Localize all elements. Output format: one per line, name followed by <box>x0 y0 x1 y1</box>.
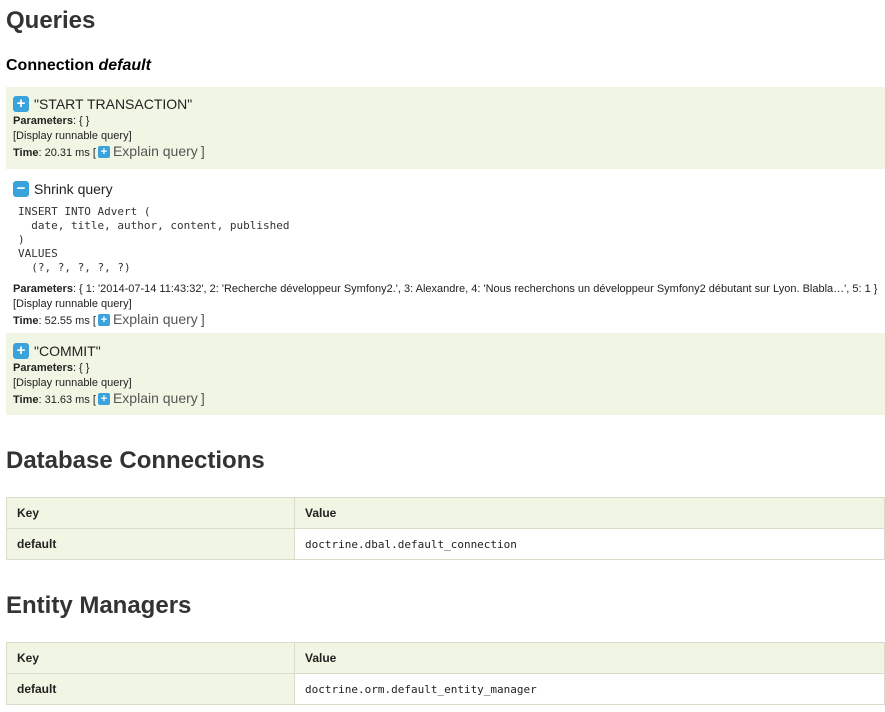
explain-query-link[interactable]: Explain query <box>113 311 198 327</box>
query-item: − Shrink query INSERT INTO Advert ( date… <box>6 169 885 333</box>
entity-managers-table: Key Value default doctrine.orm.default_e… <box>6 642 885 705</box>
row-value: doctrine.dbal.default_connection <box>294 528 885 560</box>
page-title: Queries <box>6 7 96 34</box>
query-parameters: Parameters: { 1: '2014-07-14 11:43:32', … <box>13 283 885 295</box>
shrink-query-link[interactable]: Shrink query <box>34 181 113 197</box>
parameters-label: Parameters <box>13 283 73 295</box>
explain-plus-icon[interactable]: + <box>97 146 110 158</box>
table-row: default doctrine.orm.default_entity_mana… <box>6 673 885 705</box>
table-header-row: Key Value <box>6 642 885 674</box>
parameters-value: : { } <box>72 115 90 127</box>
display-runnable-query-link[interactable]: [Display runnable query] <box>13 377 885 389</box>
table-row: default doctrine.dbal.default_connection <box>6 528 885 560</box>
column-header-value: Value <box>294 497 885 529</box>
time-label: Time <box>13 394 39 406</box>
time-value: : 52.55 ms [ <box>38 315 96 327</box>
expand-plus-icon[interactable]: + <box>13 96 29 112</box>
query-parameters: Parameters: { } <box>13 362 885 374</box>
parameters-label: Parameters <box>13 115 73 127</box>
query-sql: "COMMIT" <box>34 343 101 359</box>
query-time: Time: 31.63 ms [+ Explain query ] <box>13 390 885 406</box>
close-bracket: ] <box>200 311 205 327</box>
row-value: doctrine.orm.default_entity_manager <box>294 673 885 705</box>
time-label: Time <box>13 147 39 159</box>
parameters-value: : { 1: '2014-07-14 11:43:32', 2: 'Recher… <box>72 283 878 295</box>
time-label: Time <box>13 315 39 327</box>
query-sql: "START TRANSACTION" <box>34 96 193 112</box>
table-header-row: Key Value <box>6 497 885 529</box>
display-runnable-query-link[interactable]: [Display runnable query] <box>13 130 885 142</box>
entity-managers-title: Entity Managers <box>6 592 192 619</box>
connection-label: Connection <box>6 57 94 74</box>
sql-line: ) <box>18 233 25 246</box>
time-value: : 20.31 ms [ <box>38 147 96 159</box>
connection-name: default <box>98 57 151 74</box>
query-item: + "START TRANSACTION" Parameters: { } [D… <box>6 87 885 169</box>
parameters-value: : { } <box>72 362 90 374</box>
explain-plus-icon[interactable]: + <box>97 393 110 405</box>
query-header: + "START TRANSACTION" <box>13 96 885 112</box>
expand-plus-icon[interactable]: + <box>13 343 29 359</box>
sql-block: INSERT INTO Advert ( date, title, author… <box>18 205 885 275</box>
column-header-value: Value <box>294 642 885 674</box>
query-header: + "COMMIT" <box>13 343 885 359</box>
row-key: default <box>6 528 295 560</box>
column-header-key: Key <box>6 497 295 529</box>
database-connections-title: Database Connections <box>6 447 265 474</box>
query-item: + "COMMIT" Parameters: { } [Display runn… <box>6 333 885 415</box>
explain-plus-icon[interactable]: + <box>97 314 110 326</box>
sql-line: (?, ?, ?, ?, ?) <box>18 261 131 274</box>
row-key: default <box>6 673 295 705</box>
query-parameters: Parameters: { } <box>13 115 885 127</box>
explain-query-link[interactable]: Explain query <box>113 143 198 159</box>
query-time: Time: 20.31 ms [+ Explain query ] <box>13 143 885 159</box>
time-value: : 31.63 ms [ <box>38 394 96 406</box>
query-time: Time: 52.55 ms [+ Explain query ] <box>13 311 885 327</box>
sql-line: date, title, author, content, published <box>18 219 290 232</box>
explain-query-link[interactable]: Explain query <box>113 390 198 406</box>
sql-line: INSERT INTO Advert ( <box>18 205 151 218</box>
query-header: − Shrink query <box>13 181 885 197</box>
connection-heading: Connection default <box>6 57 151 75</box>
sql-line: VALUES <box>18 247 58 260</box>
close-bracket: ] <box>200 143 205 159</box>
parameters-label: Parameters <box>13 362 73 374</box>
close-bracket: ] <box>200 390 205 406</box>
database-connections-table: Key Value default doctrine.dbal.default_… <box>6 497 885 560</box>
display-runnable-query-link[interactable]: [Display runnable query] <box>13 298 885 310</box>
collapse-minus-icon[interactable]: − <box>13 181 29 197</box>
column-header-key: Key <box>6 642 295 674</box>
